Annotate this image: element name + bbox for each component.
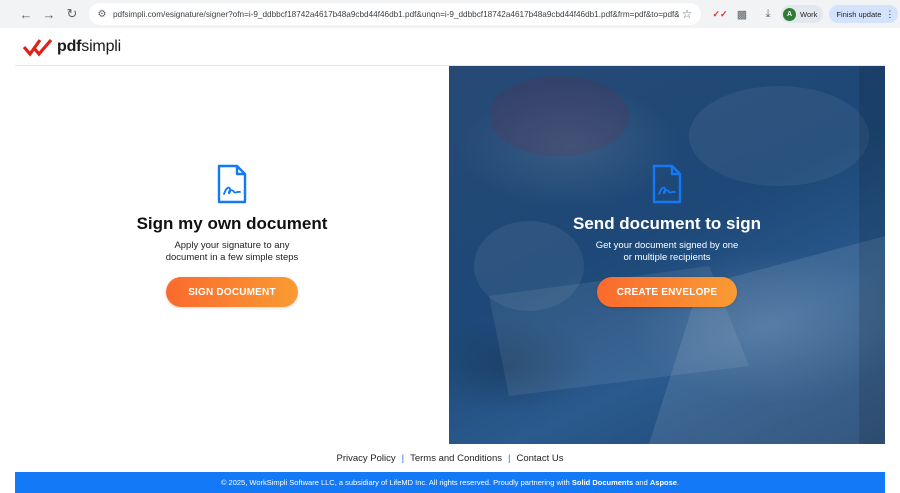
partner-aspose[interactable]: Aspose (650, 478, 677, 487)
sign-document-button[interactable]: SIGN DOCUMENT (166, 277, 298, 307)
avatar: A (783, 7, 796, 21)
site-header: pdfsimpli (15, 28, 885, 66)
send-to-sign-desc-line-2: or multiple recipients (623, 251, 711, 263)
pdfsimpli-logo[interactable]: pdfsimpli (23, 37, 121, 57)
partner-solid-documents[interactable]: Solid Documents (572, 478, 633, 487)
finish-update-button[interactable]: Finish update ⋮ (829, 5, 899, 23)
privacy-policy-link[interactable]: Privacy Policy (337, 453, 396, 464)
send-to-sign-title: Send document to sign (573, 214, 761, 233)
sign-own-title: Sign my own document (136, 214, 328, 233)
signed-document-icon (652, 164, 682, 204)
send-to-sign-panel: Send document to sign Get your document … (449, 66, 885, 444)
sign-own-desc-line-1: Apply your signature to any (174, 240, 290, 251)
forward-arrow-icon[interactable]: → (38, 3, 60, 25)
signed-document-icon (217, 164, 247, 204)
finish-update-label: Finish update (836, 9, 882, 19)
contact-us-link[interactable]: Contact Us (516, 453, 563, 464)
sign-own-description: Apply your signature to any document in … (142, 240, 322, 263)
link-separator: | (401, 452, 405, 464)
link-separator: | (508, 452, 511, 464)
sign-own-content: Sign my own document Apply your signatur… (15, 164, 449, 307)
send-to-sign-description: Get your document signed by one or multi… (577, 240, 757, 263)
double-check-logo-icon (23, 38, 53, 57)
sign-own-panel: Sign my own document Apply your signatur… (15, 66, 449, 444)
copyright-and: and (633, 478, 650, 487)
profile-button[interactable]: A Work (781, 5, 824, 23)
create-envelope-button[interactable]: CREATE ENVELOPE (597, 277, 737, 307)
copyright-period: . (676, 478, 680, 487)
more-vert-icon: ⋮ (885, 8, 895, 19)
bookmark-star-icon[interactable]: ☆ (679, 6, 695, 22)
copyright-text: © 2025, WorkSimpli Software LLC, a subsi… (220, 478, 572, 487)
copyright-bar: © 2025, WorkSimpli Software LLC, a subsi… (15, 472, 885, 493)
download-icon[interactable]: ⤓ (757, 3, 779, 25)
browser-toolbar: ← → ↻ ⚙ pdfsimpli.com/esignature/signer?… (0, 0, 900, 28)
send-to-sign-desc-line-1: Get your document signed by one (595, 240, 739, 251)
profile-label: Work (800, 9, 818, 19)
pdfsimpli-extension-icon[interactable]: ✓✓ (709, 3, 731, 25)
logo-text: pdfsimpli (57, 37, 121, 55)
extensions-puzzle-icon[interactable]: ▩ (731, 3, 753, 25)
terms-link[interactable]: Terms and Conditions (410, 453, 502, 464)
sign-own-desc-line-2: document in a few simple steps (165, 251, 299, 263)
back-arrow-icon[interactable]: ← (15, 3, 37, 25)
footer-links: Privacy Policy | Terms and Conditions | … (15, 444, 885, 472)
address-bar[interactable]: ⚙ pdfsimpli.com/esignature/signer?ofn=i-… (89, 3, 701, 25)
send-to-sign-content: Send document to sign Get your document … (449, 164, 885, 307)
site-info-icon[interactable]: ⚙ (95, 7, 109, 21)
url-text[interactable]: pdfsimpli.com/esignature/signer?ofn=i-9_… (113, 10, 679, 19)
reload-icon[interactable]: ↻ (61, 3, 83, 25)
